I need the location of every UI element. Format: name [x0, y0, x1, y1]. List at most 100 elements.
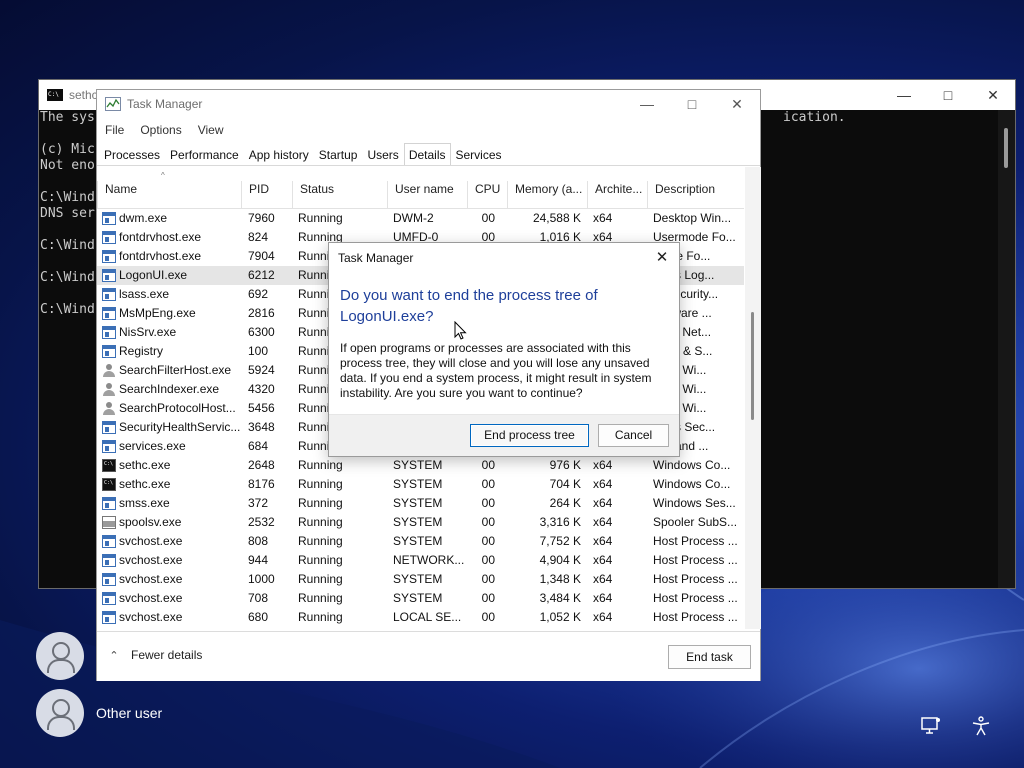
process-pid: 708 — [248, 591, 269, 605]
process-architecture: x64 — [593, 496, 613, 510]
menu-file[interactable]: File — [97, 120, 132, 140]
table-row[interactable]: svchost.exe 1000 Running SYSTEM 00 1,348 K x64… — [97, 570, 744, 589]
process-architecture: x64 — [593, 610, 613, 624]
column-header-name[interactable]: Name — [97, 181, 241, 209]
process-name: lsass.exe — [119, 287, 170, 301]
console-maximize-button[interactable]: □ — [925, 80, 971, 110]
table-row[interactable]: sethc.exe 8176 Running SYSTEM 00 704 K x64 Wind… — [97, 475, 744, 494]
process-icon — [102, 345, 116, 358]
column-header-memory[interactable]: Memory (a... — [507, 181, 587, 209]
process-name: LogonUI.exe — [119, 268, 188, 282]
table-row[interactable]: svchost.exe 708 Running SYSTEM 00 3,484 K x64 H… — [97, 589, 744, 608]
process-memory: 848 K — [509, 627, 581, 629]
column-header-pid[interactable]: PID — [241, 181, 292, 209]
process-name: spoolsv.exe — [119, 515, 182, 529]
console-scrollbar[interactable] — [998, 110, 1015, 588]
process-pid: 2532 — [248, 515, 275, 529]
table-row[interactable]: dwm.exe 7960 Running DWM-2 00 24,588 K x64 Desk… — [97, 209, 744, 228]
table-row[interactable]: svchost.exe 1032 Running LOCAL SE...00 848 K… — [97, 627, 744, 629]
tab-services[interactable]: Services — [451, 143, 507, 166]
user-tile-current[interactable] — [36, 632, 84, 680]
process-architecture: x64 — [593, 591, 613, 605]
column-header-cpu[interactable]: CPU — [467, 181, 507, 209]
column-header-description[interactable]: Description — [647, 181, 744, 209]
process-pid: 8176 — [248, 477, 275, 491]
process-memory: 7,752 K — [539, 534, 581, 548]
process-architecture: x64 — [593, 477, 613, 491]
menu-view[interactable]: View — [190, 120, 232, 140]
network-icon[interactable] — [920, 716, 942, 736]
tab-details[interactable]: Details — [403, 143, 451, 166]
column-header-user-name[interactable]: User name — [387, 181, 467, 209]
table-row[interactable]: spoolsv.exe 2532 Running SYSTEM 00 3,316 K x64… — [97, 513, 744, 532]
table-row[interactable]: smss.exe 372 Running SYSTEM 00 264 K x64 Window… — [97, 494, 744, 513]
process-pid: 372 — [248, 496, 269, 510]
tab-processes[interactable]: Processes — [99, 143, 165, 166]
process-icon — [102, 611, 116, 624]
other-user-label: Other user — [96, 705, 163, 721]
process-user: NETWORK... — [393, 553, 465, 567]
process-name: svchost.exe — [119, 572, 183, 586]
tm-close-button[interactable]: ✕ — [714, 90, 760, 118]
sort-ascending-icon: ^ — [161, 171, 165, 180]
process-memory: 264 K — [549, 496, 581, 510]
process-cpu: 00 — [481, 211, 495, 225]
tab-divider — [97, 165, 760, 166]
menu-options[interactable]: Options — [132, 120, 189, 140]
tab-startup[interactable]: Startup — [314, 143, 363, 166]
process-description: Windows Co... — [653, 477, 731, 491]
process-name: SearchIndexer.exe — [119, 382, 220, 396]
process-pid: 944 — [248, 553, 269, 567]
process-pid: 684 — [248, 439, 269, 453]
column-header-architecture[interactable]: Archite... — [587, 181, 647, 209]
user-avatar-icon — [36, 632, 84, 680]
tab-users[interactable]: Users — [362, 143, 403, 166]
accessibility-icon[interactable] — [970, 716, 992, 736]
process-pid: 7960 — [248, 211, 275, 225]
cancel-button[interactable]: Cancel — [598, 424, 669, 447]
search-service-icon — [102, 383, 116, 396]
process-architecture: x64 — [593, 627, 643, 629]
table-row[interactable]: svchost.exe 944 Running NETWORK... 00 4,904 K… — [97, 551, 744, 570]
tab-app-history[interactable]: App history — [244, 143, 314, 166]
table-row[interactable]: svchost.exe 808 Running SYSTEM 00 7,752 K x64 H… — [97, 532, 744, 551]
dialog-message: If open programs or processes are associ… — [340, 341, 652, 400]
tm-minimize-button[interactable]: — — [624, 90, 670, 118]
process-icon — [102, 497, 116, 510]
process-status: Running — [298, 553, 343, 567]
dialog-close-button[interactable]: ✕ — [651, 247, 673, 269]
table-row[interactable]: svchost.exe 680 Running LOCAL SE... 00 1,052 … — [97, 608, 744, 627]
process-user: SYSTEM — [393, 591, 443, 605]
fewer-details-button[interactable]: ⌃ Fewer details — [107, 648, 202, 662]
console-close-button[interactable]: ✕ — [970, 80, 1016, 110]
end-task-button[interactable]: End task — [668, 645, 751, 669]
process-status: Running — [298, 534, 343, 548]
table-row[interactable]: sethc.exe 2648 Running SYSTEM 00 976 K x64 Wind… — [97, 456, 744, 475]
console-scroll-thumb[interactable] — [1004, 128, 1008, 168]
column-header-status[interactable]: Status — [292, 181, 387, 209]
process-description: Host Process ... — [653, 610, 738, 624]
process-table-scrollbar[interactable] — [745, 167, 761, 629]
task-manager-titlebar[interactable]: Task Manager — □ ✕ — [97, 90, 760, 118]
process-table-scroll-thumb[interactable] — [751, 312, 754, 420]
process-user: SYSTEM — [393, 572, 443, 586]
console-minimize-button[interactable]: — — [881, 80, 927, 110]
process-description: Spooler SubS... — [653, 515, 738, 529]
process-memory: 704 K — [549, 477, 581, 491]
process-pid: 5456 — [248, 401, 275, 415]
end-process-tree-button[interactable]: End process tree — [470, 424, 589, 447]
process-status: Running — [298, 591, 343, 605]
process-description: Host Process ... — [653, 591, 738, 605]
process-pid: 808 — [248, 534, 269, 548]
process-name: svchost.exe — [119, 534, 183, 548]
process-name: NisSrv.exe — [119, 325, 177, 339]
process-description: Windows Co... — [653, 458, 731, 472]
tab-performance[interactable]: Performance — [165, 143, 244, 166]
process-architecture: x64 — [593, 211, 613, 225]
process-user: SYSTEM — [393, 477, 443, 491]
end-process-tree-dialog[interactable]: Task Manager ✕ Do you want to end the pr… — [328, 242, 680, 457]
tm-maximize-button[interactable]: □ — [669, 90, 715, 118]
process-memory: 976 K — [549, 458, 581, 472]
process-architecture: x64 — [593, 534, 613, 548]
user-tile-other-user[interactable]: Other user — [36, 689, 162, 737]
